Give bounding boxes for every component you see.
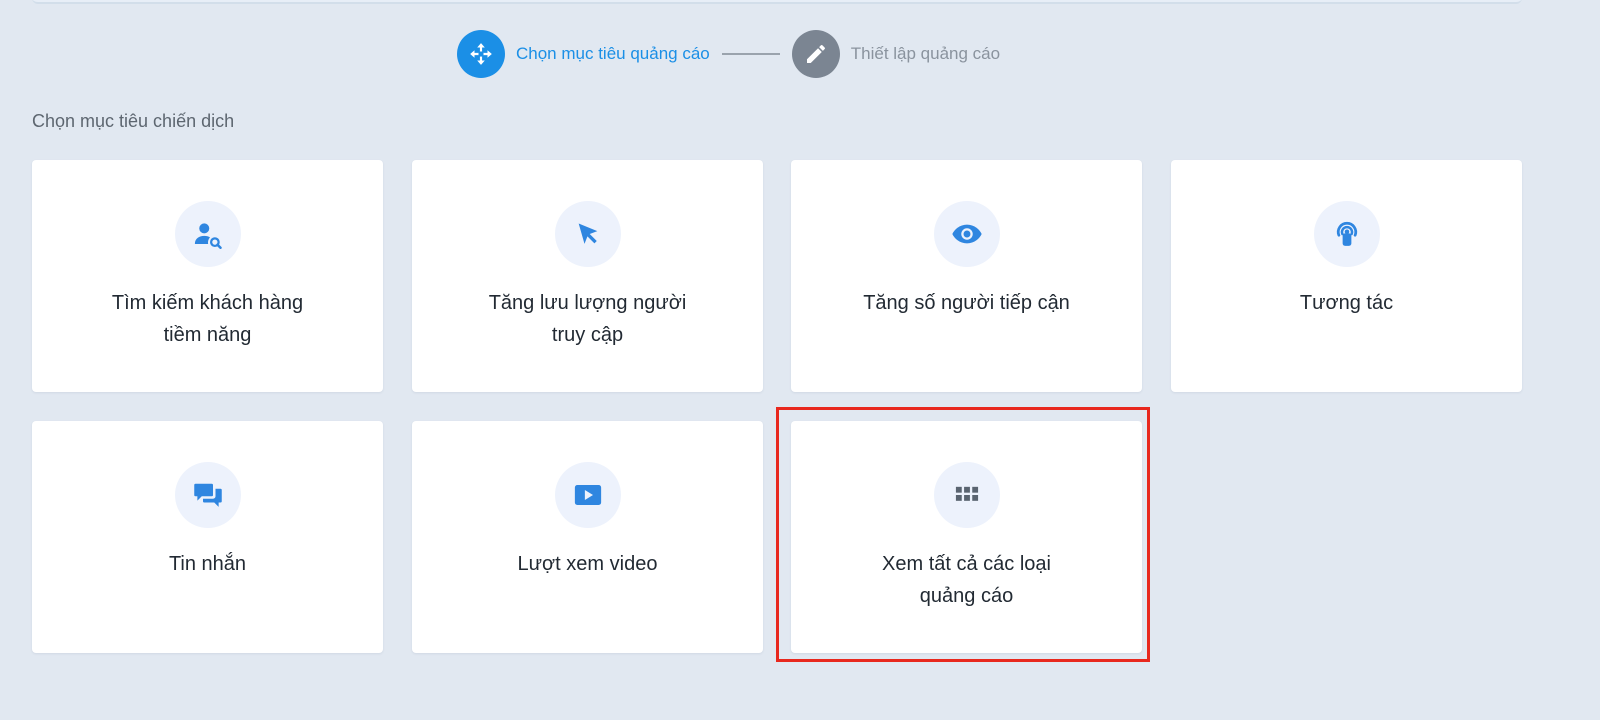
objective-card-leads[interactable]: Tìm kiếm khách hàng tiềm năng xyxy=(32,160,383,392)
objective-card-engagement[interactable]: Tương tác xyxy=(1171,160,1522,392)
step-ad-setup[interactable]: Thiết lập quảng cáo xyxy=(791,30,1001,78)
objective-card-all-ad-types[interactable]: Xem tất cả các loại quảng cáo xyxy=(791,421,1142,653)
stepper: Chọn mục tiêu quảng cáo Thiết lập quảng … xyxy=(457,30,1000,78)
eye-icon xyxy=(934,201,1000,267)
step-label: Chọn mục tiêu quảng cáo xyxy=(516,44,710,63)
objective-card-messages[interactable]: Tin nhắn xyxy=(32,421,383,653)
objective-label: Lượt xem video xyxy=(517,553,658,575)
objective-label: Tăng số người tiếp cận xyxy=(863,292,1070,314)
user-search-icon xyxy=(175,201,241,267)
move-arrows-icon xyxy=(457,30,505,78)
objective-label: Tương tác xyxy=(1299,292,1394,314)
objective-card-reach[interactable]: Tăng số người tiếp cận xyxy=(791,160,1142,392)
objective-card-traffic[interactable]: Tăng lưu lượng người truy cập xyxy=(412,160,763,392)
step-connector xyxy=(721,53,780,55)
pencil-icon xyxy=(791,30,840,78)
objective-card-video-views[interactable]: Lượt xem video xyxy=(412,421,763,653)
cursor-arrow-icon xyxy=(555,201,621,267)
top-panel-edge xyxy=(32,0,1522,4)
objective-label: Tăng lưu lượng người truy cập xyxy=(488,292,687,346)
objective-label: Tìm kiếm khách hàng tiềm năng xyxy=(111,292,304,346)
objective-label: Xem tất cả các loại quảng cáo xyxy=(882,553,1051,607)
step-choose-objective[interactable]: Chọn mục tiêu quảng cáo xyxy=(457,30,710,78)
step-label: Thiết lập quảng cáo xyxy=(850,44,1001,63)
objective-label: Tin nhắn xyxy=(168,553,247,575)
chat-bubbles-icon xyxy=(175,462,241,528)
grid-apps-icon xyxy=(934,462,1000,528)
tap-signal-icon xyxy=(1314,201,1380,267)
section-title: Chọn mục tiêu chiến dịch xyxy=(32,111,235,131)
video-play-icon xyxy=(555,462,621,528)
